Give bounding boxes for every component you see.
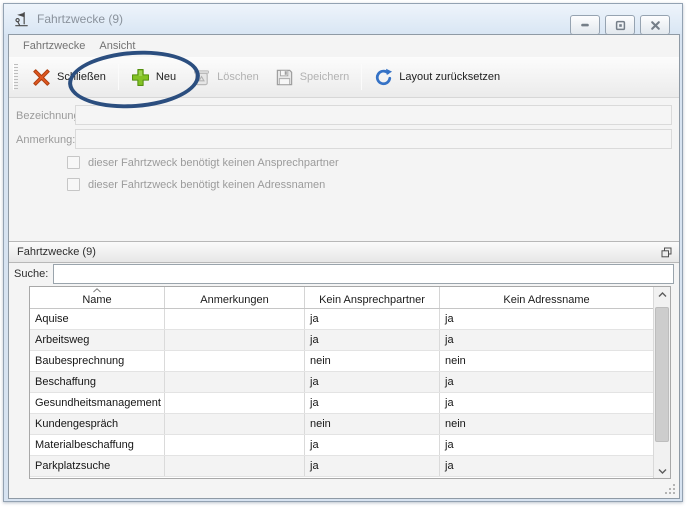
- fahrtzwecke-table: Name Anmerkungen Kein Ansprechpartner Ke…: [29, 286, 671, 479]
- table-row[interactable]: Materialbeschaffung ja ja: [30, 435, 653, 456]
- loeschen-button[interactable]: Löschen: [184, 63, 267, 92]
- app-window: Fahrtzwecke (9) Fahrtzw: [3, 3, 683, 502]
- refresh-blue-icon: [374, 68, 393, 87]
- float-window-button[interactable]: [659, 245, 673, 259]
- window-title: Fahrtzwecke (9): [37, 12, 123, 26]
- toolbar: Schließen Neu Löschen: [9, 57, 679, 98]
- table-header-row: Name Anmerkungen Kein Ansprechpartner Ke…: [30, 287, 653, 309]
- float-window-icon: [661, 247, 672, 258]
- table-row[interactable]: Kundengespräch nein nein: [30, 414, 653, 435]
- chevron-up-icon: [658, 292, 667, 298]
- column-header-name[interactable]: Name: [30, 287, 165, 308]
- table-row[interactable]: Gesundheitsmanagement ja ja: [30, 393, 653, 414]
- minimize-icon: [580, 20, 590, 30]
- neu-button[interactable]: Neu: [123, 63, 184, 92]
- trash-icon: [192, 68, 211, 87]
- table-main: Name Anmerkungen Kein Ansprechpartner Ke…: [30, 287, 653, 478]
- close-icon: [650, 20, 661, 31]
- table-row[interactable]: Parkplatzsuche ja ja: [30, 456, 653, 477]
- minimize-button[interactable]: [570, 15, 600, 35]
- layout-zuruecksetzen-label: Layout zurücksetzen: [399, 71, 500, 83]
- schliessen-button[interactable]: Schließen: [24, 63, 114, 92]
- speichern-label: Speichern: [300, 71, 350, 83]
- kein-adressname-checkbox[interactable]: [67, 178, 80, 191]
- schliessen-label: Schließen: [57, 71, 106, 83]
- restore-button[interactable]: [605, 15, 635, 35]
- search-input[interactable]: [53, 264, 674, 284]
- column-header-anmerkungen[interactable]: Anmerkungen: [165, 287, 305, 308]
- column-header-kein-ansprechpartner[interactable]: Kein Ansprechpartner: [305, 287, 440, 308]
- window-content: Fahrtzwecke Ansicht Schließen Neu: [8, 34, 680, 499]
- kein-ansprechpartner-checkbox[interactable]: [67, 156, 80, 169]
- panel-title: Fahrtzwecke (9): [17, 246, 96, 258]
- scroll-up-button[interactable]: [654, 287, 670, 302]
- plus-green-icon: [131, 68, 150, 87]
- anmerkung-input[interactable]: [75, 129, 672, 149]
- restore-icon: [615, 20, 626, 31]
- window-controls: [570, 15, 670, 35]
- loeschen-label: Löschen: [217, 71, 259, 83]
- search-label: Suche:: [14, 268, 48, 280]
- kein-ansprechpartner-checkbox-label: dieser Fahrtzweck benötigt keinen Anspre…: [88, 157, 339, 169]
- toolbar-separator: [361, 64, 362, 90]
- chevron-down-icon: [658, 468, 667, 474]
- bezeichnung-label: Bezeichnung:: [16, 110, 83, 122]
- kein-adressname-checkbox-label: dieser Fahrtzweck benötigt keinen Adress…: [88, 179, 325, 191]
- close-button[interactable]: [640, 15, 670, 35]
- layout-zuruecksetzen-button[interactable]: Layout zurücksetzen: [366, 63, 508, 92]
- table-row[interactable]: Arbeitsweg ja ja: [30, 330, 653, 351]
- scroll-down-button[interactable]: [654, 463, 670, 478]
- panel-header[interactable]: Fahrtzwecke (9): [9, 241, 679, 263]
- menu-ansicht[interactable]: Ansicht: [92, 37, 142, 55]
- table-row[interactable]: Baubesprechnung nein nein: [30, 351, 653, 372]
- table-row[interactable]: Beschaffung ja ja: [30, 372, 653, 393]
- app-signpost-icon: [13, 11, 30, 28]
- sort-ascending-icon: [93, 288, 102, 293]
- resize-grip[interactable]: [664, 483, 676, 495]
- menu-bar: Fahrtzwecke Ansicht: [9, 35, 679, 57]
- table-row[interactable]: Aquise ja ja: [30, 309, 653, 330]
- anmerkung-label: Anmerkung:: [16, 134, 75, 146]
- bezeichnung-input[interactable]: [75, 105, 672, 125]
- neu-label: Neu: [156, 71, 176, 83]
- close-x-red-icon: [32, 68, 51, 87]
- speichern-button[interactable]: Speichern: [267, 63, 358, 92]
- column-header-kein-adressname[interactable]: Kein Adressname: [440, 287, 653, 308]
- toolbar-grip-handle[interactable]: [13, 64, 18, 90]
- toolbar-separator: [118, 64, 119, 90]
- floppy-disk-icon: [275, 68, 294, 87]
- menu-fahrtzwecke[interactable]: Fahrtzwecke: [16, 37, 92, 55]
- scrollbar-thumb[interactable]: [655, 307, 669, 442]
- title-bar[interactable]: Fahrtzwecke (9): [4, 4, 682, 34]
- vertical-scrollbar[interactable]: [653, 287, 670, 478]
